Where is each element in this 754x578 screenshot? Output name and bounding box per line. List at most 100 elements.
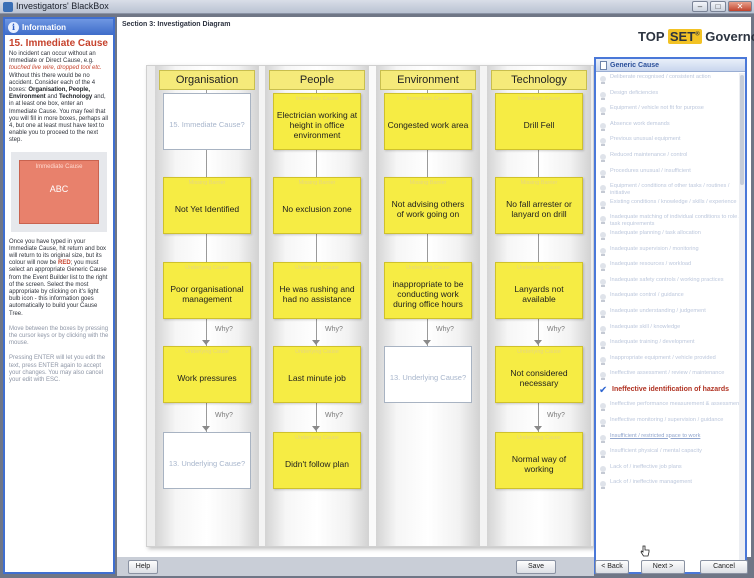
immediate-cause-box[interactable]: Immediate Cause Electrician working at h… <box>273 93 361 150</box>
column-organisation: Organisation 15. Immediate Cause? Missin… <box>155 66 259 546</box>
column-environment: Environment Immediate Cause Congested wo… <box>376 66 480 546</box>
generic-cause-item[interactable]: Equipment / conditions of other tasks / … <box>599 183 742 199</box>
underlying-cause-placeholder-box[interactable]: 13. Underlying Cause? <box>163 432 251 489</box>
light-bulb-icon[interactable] <box>599 231 606 241</box>
generic-cause-item[interactable]: Ineffective performance measurement & as… <box>599 401 742 417</box>
generic-cause-item[interactable]: Inadequate safety controls / working pra… <box>599 277 742 293</box>
light-bulb-icon[interactable] <box>599 185 606 194</box>
light-bulb-icon[interactable] <box>599 481 606 490</box>
generic-cause-item[interactable]: Existing conditions / knowledge / skills… <box>599 199 742 215</box>
generic-cause-item[interactable]: Inadequate supervision / monitoring <box>599 246 742 262</box>
light-bulb-icon[interactable] <box>599 216 606 225</box>
underlying-cause-box[interactable]: Underlying Cause Not considered necessar… <box>495 346 583 403</box>
generic-cause-label: Inadequate skill / knowledge <box>610 323 681 330</box>
box-text: Poor organisational management <box>170 283 244 304</box>
missing-barrier-box[interactable]: Missing Barrier Not Yet Identified <box>163 177 251 234</box>
light-bulb-icon[interactable] <box>599 372 606 381</box>
cancel-button[interactable]: Cancel <box>700 560 748 574</box>
light-bulb-icon[interactable] <box>599 122 606 132</box>
underlying-cause-box[interactable]: Underlying Cause inappropriate to be con… <box>384 262 472 319</box>
underlying-cause-box[interactable]: Underlying Cause Poor organisational man… <box>163 262 251 319</box>
light-bulb-icon[interactable] <box>599 200 606 210</box>
generic-cause-item[interactable]: Inadequate understanding / judgement <box>599 308 742 324</box>
next-button[interactable]: Next > <box>641 560 685 574</box>
generic-cause-item[interactable]: Deliberate recognised / consistent actio… <box>599 74 742 90</box>
generic-cause-item[interactable]: Inadequate planning / task allocation <box>599 230 742 246</box>
underlying-cause-box[interactable]: Underlying Cause Normal way of working <box>495 432 583 489</box>
underlying-cause-box[interactable]: Underlying Cause Work pressures <box>163 346 251 403</box>
light-bulb-icon[interactable] <box>599 263 606 272</box>
light-bulb-icon[interactable] <box>599 169 606 179</box>
light-bulb-icon[interactable] <box>599 278 606 288</box>
light-bulb-icon[interactable] <box>599 465 606 475</box>
generic-cause-label: Insufficient / restricted space to work <box>610 432 701 439</box>
logo-top: TOP <box>638 29 665 44</box>
generic-cause-item[interactable]: Previous unusual equipment <box>599 136 742 152</box>
generic-cause-item[interactable]: Ineffective monitoring / supervision / g… <box>599 417 742 433</box>
light-bulb-icon[interactable] <box>599 294 606 303</box>
generic-cause-item[interactable]: Ineffective assessment / review / mainte… <box>599 370 742 386</box>
down-arrow-icon <box>202 340 210 345</box>
generic-cause-item[interactable]: Inadequate resources / workload <box>599 261 742 277</box>
light-bulb-icon[interactable] <box>599 434 606 444</box>
missing-barrier-box[interactable]: Missing Barrier No exclusion zone <box>273 177 361 234</box>
information-paragraph-3: Move between the boxes by pressing the c… <box>9 325 109 347</box>
help-button[interactable]: Help <box>128 560 158 574</box>
light-bulb-icon[interactable] <box>599 450 606 459</box>
generic-cause-item[interactable]: Inadequate matching of individual condit… <box>599 214 742 230</box>
light-bulb-icon[interactable] <box>599 76 606 85</box>
generic-cause-item[interactable]: Equipment / vehicle not fit for purpose <box>599 105 742 121</box>
light-bulb-icon[interactable] <box>599 247 606 257</box>
missing-barrier-box[interactable]: Missing Barrier No fall arrester or lany… <box>495 177 583 234</box>
minimize-button[interactable]: – <box>692 1 708 12</box>
immediate-cause-box[interactable]: Immediate Cause Congested work area <box>384 93 472 150</box>
immediate-cause-box[interactable]: Immediate Cause Drill Fell <box>495 93 583 150</box>
generic-cause-item[interactable]: Procedures unusual / insufficient <box>599 168 742 184</box>
document-icon <box>600 60 607 70</box>
light-bulb-icon[interactable] <box>599 91 606 101</box>
generic-cause-title: Generic Cause <box>610 61 660 69</box>
light-bulb-icon[interactable] <box>599 107 606 116</box>
maximize-button[interactable]: □ <box>710 1 726 12</box>
column-technology: Technology Immediate Cause Drill Fell Mi… <box>487 66 591 546</box>
box-text: Drill Fell <box>523 119 555 130</box>
column-people: People Immediate Cause Electrician worki… <box>265 66 369 546</box>
logo-registered: ® <box>695 31 700 38</box>
light-bulb-icon[interactable] <box>599 309 606 319</box>
immediate-cause-box[interactable]: 15. Immediate Cause? <box>163 93 251 150</box>
light-bulb-icon[interactable] <box>599 341 606 350</box>
light-bulb-icon[interactable] <box>599 356 606 366</box>
generic-cause-item[interactable]: Inadequate control / guidance <box>599 292 742 308</box>
underlying-cause-box[interactable]: Underlying Cause He was rushing and had … <box>273 262 361 319</box>
generic-cause-item[interactable]: Absence work demands <box>599 121 742 137</box>
generic-cause-item[interactable]: ✔ Ineffective identification of hazards <box>599 385 742 402</box>
generic-cause-item[interactable]: Inadequate skill / knowledge <box>599 324 742 340</box>
generic-cause-item[interactable]: Lack of / ineffective management <box>599 479 742 495</box>
generic-cause-header: Generic Cause <box>596 59 745 72</box>
generic-cause-item[interactable]: Inappropriate equipment / vehicle provid… <box>599 355 742 371</box>
generic-cause-item[interactable]: Lack of / ineffective job plans <box>599 464 742 480</box>
info-red-word: RED <box>58 260 71 267</box>
cause-list-scrollbar[interactable] <box>739 73 745 572</box>
light-bulb-icon[interactable] <box>599 403 606 412</box>
save-button[interactable]: Save <box>516 560 556 574</box>
underlying-cause-box[interactable]: Underlying Cause Lanyards not available <box>495 262 583 319</box>
back-button[interactable]: < Back <box>595 560 629 574</box>
window-controls: – □ ✕ <box>692 1 752 12</box>
generic-cause-item[interactable]: Inadequate training / development <box>599 339 742 355</box>
light-bulb-icon[interactable] <box>599 138 606 147</box>
light-bulb-icon[interactable] <box>599 419 606 428</box>
generic-cause-item[interactable]: Reduced maintenance / control <box>599 152 742 168</box>
underlying-cause-box[interactable]: Underlying Cause Last minute job <box>273 346 361 403</box>
generic-cause-item[interactable]: Insufficient / restricted space to work <box>599 433 742 449</box>
box-text: 13. Underlying Cause? <box>389 372 467 382</box>
underlying-cause-box[interactable]: Underlying Cause Didn't follow plan <box>273 432 361 489</box>
generic-cause-item[interactable]: Insufficient physical / mental capacity <box>599 448 742 464</box>
missing-barrier-box[interactable]: Missing Barrier Not advising others of w… <box>384 177 472 234</box>
light-bulb-icon[interactable] <box>599 325 606 335</box>
generic-cause-item[interactable]: Design deficiencies <box>599 90 742 106</box>
underlying-cause-placeholder-box[interactable]: 13. Underlying Cause? <box>384 346 472 403</box>
light-bulb-icon[interactable] <box>599 153 606 163</box>
scrollbar-thumb[interactable] <box>740 75 744 185</box>
close-button[interactable]: ✕ <box>728 1 752 12</box>
